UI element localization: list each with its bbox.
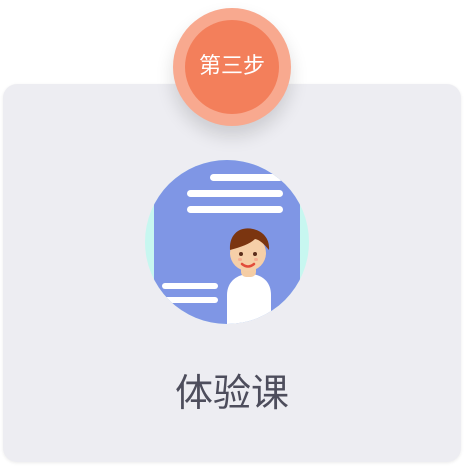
resume-line <box>162 283 218 289</box>
resume-line <box>162 297 218 303</box>
resume-line <box>210 174 283 181</box>
step-label: 第三步 <box>198 54 265 79</box>
resume-line <box>187 190 283 197</box>
resume-person-illustration <box>137 156 317 328</box>
person-eye <box>253 252 257 256</box>
person-cheek <box>254 258 258 261</box>
course-title: 体验课 <box>174 371 289 415</box>
person-eye <box>239 252 243 256</box>
person-cheek <box>238 258 242 261</box>
resume-person-icon <box>145 160 309 324</box>
step-badge: 第三步 <box>185 20 279 114</box>
course-step-screen: 第三步 体验课 <box>0 0 464 466</box>
person-body <box>227 274 271 324</box>
resume-line <box>187 206 283 213</box>
